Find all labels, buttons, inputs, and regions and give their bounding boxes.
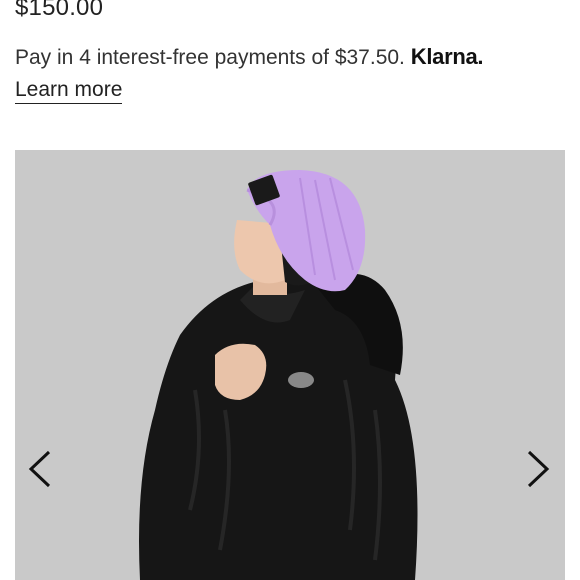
chevron-left-icon bbox=[28, 450, 51, 488]
product-photo bbox=[15, 150, 565, 580]
product-price: $150.00 bbox=[15, 0, 104, 21]
klarna-installments: Pay in 4 interest-free payments of $37.5… bbox=[15, 44, 484, 70]
product-image-carousel[interactable] bbox=[15, 150, 565, 580]
klarna-message: Pay in 4 interest-free payments of $37.5… bbox=[15, 46, 405, 69]
carousel-prev-button[interactable] bbox=[20, 446, 60, 492]
learn-more-link[interactable]: Learn more bbox=[15, 78, 123, 104]
klarna-logo: Klarna. bbox=[410, 44, 484, 69]
chevron-right-icon bbox=[527, 450, 550, 488]
carousel-next-button[interactable] bbox=[518, 446, 558, 492]
